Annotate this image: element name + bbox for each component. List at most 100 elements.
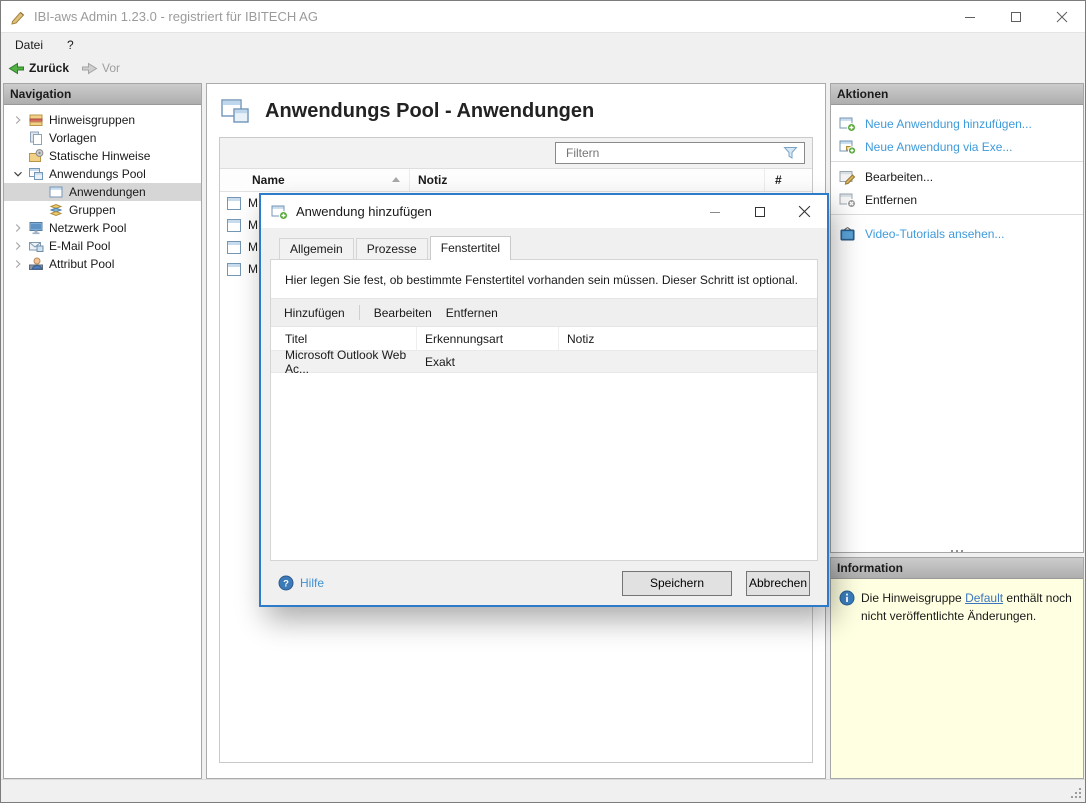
menu-help[interactable]: ?: [67, 38, 74, 52]
column-header-name[interactable]: Name: [248, 169, 410, 191]
chevron-down-icon[interactable]: [10, 166, 26, 182]
filter-funnel-icon[interactable]: [783, 146, 798, 160]
window-remove-icon: [839, 193, 856, 208]
cell-erkennungsart: Exakt: [425, 354, 456, 369]
dialog-toolbar: Hinzufügen Bearbeiten Entfernen: [271, 298, 817, 327]
save-button[interactable]: Speichern: [622, 570, 732, 596]
back-button[interactable]: Zurück: [8, 61, 69, 76]
nav-toolbar: Zurück Vor: [1, 56, 1085, 80]
actions-panel: Aktionen Neue Anwendung hinzufügen... Ne…: [830, 83, 1084, 553]
dialog-footer: ? Hilfe Speichern Abbrechen: [261, 561, 827, 605]
cell-titel: Microsoft Outlook Web Ac...: [285, 347, 407, 376]
back-label: Zurück: [29, 61, 70, 75]
sort-ascending-icon: [391, 173, 401, 187]
action-label: Bearbeiten...: [865, 169, 934, 184]
filter-input[interactable]: [564, 145, 783, 161]
window-title: IBI-aws Admin 1.23.0 - registriert für I…: [34, 9, 318, 24]
dialog-maximize-icon[interactable]: [737, 195, 782, 228]
action-label: Neue Anwendung hinzufügen...: [865, 116, 1032, 131]
chevron-right-icon[interactable]: [10, 220, 26, 236]
nav-item-email-pool[interactable]: E-Mail Pool: [4, 237, 201, 255]
maximize-icon[interactable]: [993, 1, 1039, 32]
nav-item-label: Anwendungen: [69, 185, 146, 199]
edit-title-button[interactable]: Bearbeiten: [374, 306, 432, 320]
groups-icon: [48, 202, 64, 218]
actions-separator: [831, 214, 1083, 215]
row-name: M: [248, 196, 258, 210]
chevron-right-icon[interactable]: [10, 238, 26, 254]
nav-item-anwendungen[interactable]: Anwendungen: [4, 183, 201, 201]
cancel-button[interactable]: Abbrechen: [746, 570, 810, 596]
action-label: Neue Anwendung via Exe...: [865, 139, 1013, 154]
action-new-application-via-exe[interactable]: Neue Anwendung via Exe...: [831, 135, 1083, 158]
splitter-handle[interactable]: [830, 546, 1084, 556]
window-add-exe-icon: [839, 140, 856, 155]
email-pool-icon: [28, 238, 44, 254]
help-icon: ?: [278, 575, 294, 591]
action-label: Entfernen: [865, 192, 918, 207]
dialog-minimize-icon[interactable]: [692, 195, 737, 228]
minimize-icon[interactable]: [947, 1, 993, 32]
cell-notiz: [559, 351, 817, 372]
action-video-tutorials[interactable]: Video-Tutorials ansehen...: [831, 222, 1083, 245]
tab-fenstertitel[interactable]: Fenstertitel: [429, 236, 512, 260]
information-header: Information: [831, 558, 1083, 579]
add-application-dialog: Anwendung hinzufügen Allgemein Prozesse …: [259, 193, 829, 607]
filter-box[interactable]: [555, 142, 805, 164]
add-title-button[interactable]: Hinzufügen: [284, 306, 345, 320]
nav-item-attribut-pool[interactable]: Attribut Pool: [4, 255, 201, 273]
chevron-right-icon[interactable]: [10, 256, 26, 272]
svg-text:?: ?: [283, 579, 289, 590]
nav-item-hinweisgruppen[interactable]: Hinweisgruppen: [4, 111, 201, 129]
remove-title-button[interactable]: Entfernen: [446, 306, 498, 320]
nav-item-label: Attribut Pool: [49, 257, 115, 271]
column-header-notiz[interactable]: Notiz: [410, 169, 764, 191]
column-header-erkennungsart[interactable]: Erkennungsart: [417, 327, 559, 350]
tab-description: Hier legen Sie fest, ob bestimmte Fenste…: [285, 273, 798, 287]
action-edit[interactable]: Bearbeiten...: [831, 165, 1083, 188]
nav-item-statische-hinweise[interactable]: Statische Hinweise: [4, 147, 201, 165]
tab-prozesse[interactable]: Prozesse: [355, 238, 428, 259]
tab-allgemein[interactable]: Allgemein: [279, 238, 354, 259]
window-add-icon: [839, 117, 856, 132]
video-tutorials-icon: [840, 226, 855, 240]
navigation-tree: Hinweisgruppen Vorlagen Statische Hinwei…: [4, 105, 201, 273]
close-icon[interactable]: [1039, 1, 1085, 32]
default-group-link[interactable]: Default: [965, 591, 1003, 605]
nav-item-netzwerk-pool[interactable]: Netzwerk Pool: [4, 219, 201, 237]
title-row[interactable]: Microsoft Outlook Web Ac... Exakt: [271, 347, 817, 376]
action-remove[interactable]: Entfernen: [831, 188, 1083, 211]
back-arrow-icon: [8, 62, 24, 74]
column-header-count[interactable]: #: [764, 169, 812, 191]
application-row-icon: [227, 196, 241, 210]
resize-grip[interactable]: [1070, 787, 1083, 800]
application-row-icon: [227, 262, 241, 276]
nav-item-label: Hinweisgruppen: [49, 113, 136, 127]
attribute-pool-icon: [28, 256, 44, 272]
fenstertitel-tab-page: Hier legen Sie fest, ob bestimmte Fenste…: [270, 259, 818, 561]
dialog-close-icon[interactable]: [782, 195, 827, 228]
forward-button[interactable]: Vor: [81, 61, 120, 76]
column-header-notiz[interactable]: Notiz: [559, 327, 817, 350]
dialog-tabstrip: Allgemein Prozesse Fenstertitel: [270, 236, 818, 260]
grid-header: Name Notiz #: [220, 169, 812, 192]
info-message: Die Hinweisgruppe Default enthält noch n…: [861, 591, 1072, 623]
action-new-application[interactable]: Neue Anwendung hinzufügen...: [831, 112, 1083, 135]
nav-item-gruppen[interactable]: Gruppen: [4, 201, 201, 219]
dialog-title: Anwendung hinzufügen: [296, 204, 432, 219]
applications-icon: [48, 184, 64, 200]
application-row-icon: [227, 218, 241, 232]
static-notices-icon: [28, 148, 44, 164]
menubar: Datei ?: [1, 32, 1085, 56]
nav-item-label: Gruppen: [69, 203, 116, 217]
chevron-right-icon[interactable]: [10, 112, 26, 128]
help-link[interactable]: ? Hilfe: [278, 575, 324, 591]
menu-datei[interactable]: Datei: [15, 38, 43, 52]
info-icon: [839, 590, 855, 606]
nav-item-anwendungs-pool[interactable]: Anwendungs Pool: [4, 165, 201, 183]
row-name: M: [248, 262, 258, 276]
nav-item-vorlagen[interactable]: Vorlagen: [4, 129, 201, 147]
application-row-icon: [227, 240, 241, 254]
application-pool-icon: [28, 166, 44, 182]
forward-label: Vor: [102, 61, 121, 75]
